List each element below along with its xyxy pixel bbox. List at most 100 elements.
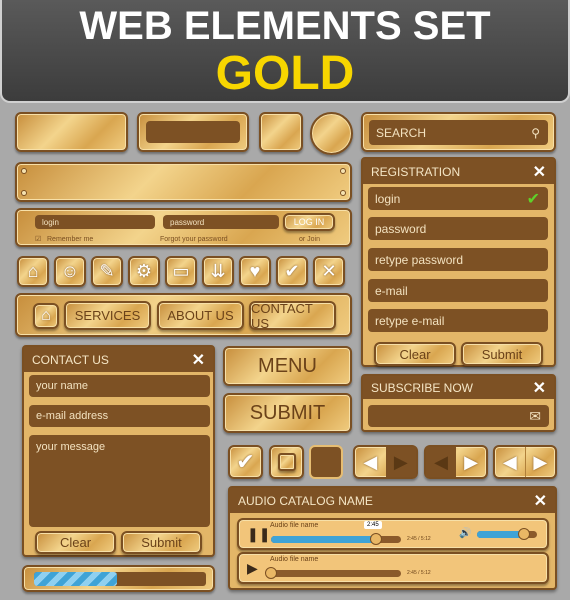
seek-knob[interactable] [370, 533, 383, 545]
your-name-input[interactable]: your name [29, 375, 210, 397]
long-plate [15, 162, 352, 202]
contact-header: CONTACT US ✕ [24, 347, 213, 372]
contact-submit-button[interactable]: Submit [121, 531, 202, 554]
arrow-left-button[interactable]: ◀ [355, 447, 386, 477]
search-placeholder: SEARCH [376, 125, 427, 140]
close-icon[interactable]: ✕ [192, 350, 205, 370]
volume-slider[interactable] [477, 528, 537, 540]
check-icon: ✔ [526, 190, 540, 208]
join-link[interactable]: or Join [299, 236, 320, 243]
progress-track [34, 572, 206, 586]
track-name: Audio file name [270, 556, 319, 563]
nav-services[interactable]: SERVICES [64, 301, 151, 330]
seek-knob[interactable] [265, 567, 277, 579]
volume-knob[interactable] [517, 528, 530, 540]
gear-icon: ⚙ [135, 261, 153, 281]
menu-button[interactable]: MENU [223, 346, 352, 386]
forgot-link[interactable]: Forgot your password [160, 236, 228, 243]
page-subtitle: GOLD [215, 47, 355, 100]
arrow-pair-right-active: ◀ ▶ [424, 445, 488, 479]
user-button[interactable]: ☺ [54, 256, 86, 287]
subscribe-email-input[interactable]: ✉ [368, 405, 549, 427]
remember-checkbox[interactable]: ☑ [35, 235, 41, 243]
close-icon[interactable]: ✕ [534, 491, 547, 511]
arrow-right-button[interactable]: ▶ [385, 447, 416, 477]
search-icon[interactable]: ⚲ [531, 126, 540, 140]
submit-button[interactable]: SUBMIT [223, 393, 352, 433]
reg-retype-password-input[interactable]: retype password [368, 248, 548, 271]
home-button[interactable]: ⌂ [17, 256, 49, 287]
plate-with-inset [137, 112, 249, 152]
pause-icon[interactable]: ❚❚ [247, 526, 270, 543]
close-icon[interactable]: ✕ [533, 378, 546, 398]
volume-fill [477, 531, 524, 538]
gear-button[interactable]: ⚙ [128, 256, 160, 287]
heart-icon: ♥ [249, 261, 261, 281]
nav-contact-us[interactable]: CONTACT US [249, 301, 336, 331]
registration-panel: REGISTRATION ✕ login ✔ password retype pas… [361, 157, 556, 367]
heart-button[interactable]: ♥ [239, 256, 271, 287]
arrow-right-button[interactable]: ▶ [524, 447, 556, 477]
audio-track: ❚❚ Audio file name 2:45 / 5:12 2:45 🔊 [237, 518, 549, 550]
remember-label: Remember me [47, 236, 94, 243]
login-bar: login password LOG IN ☑ Remember me Forg… [15, 208, 352, 247]
reg-login-input[interactable]: login ✔ [368, 187, 548, 210]
checkbox-unchecked[interactable] [309, 445, 343, 479]
home-icon: ⌂ [27, 261, 39, 281]
chat-button[interactable]: ▭ [165, 256, 197, 287]
message-textarea[interactable]: your message [29, 435, 210, 527]
registration-title: REGISTRATION [371, 164, 461, 179]
progress-bar [22, 565, 215, 592]
close-button[interactable]: ✕ [313, 256, 345, 287]
volume-icon[interactable]: 🔊 [459, 528, 471, 539]
track-time: 2:45 / 5:12 [407, 570, 431, 576]
nav-home-button[interactable]: ⌂ [33, 303, 59, 329]
square-button[interactable] [259, 112, 303, 152]
seek-fill [271, 536, 377, 543]
check-button[interactable]: ✔ [276, 256, 308, 287]
check-icon: ✔ [236, 449, 255, 474]
contact-title: CONTACT US [32, 352, 109, 367]
round-button[interactable] [310, 112, 353, 155]
page-title: WEB ELEMENTS SET [79, 4, 491, 48]
chat-icon: ▭ [172, 261, 190, 281]
double-chevron-down-button[interactable]: ⇊ [202, 256, 234, 287]
arrow-pair: ◀ ▶ [493, 445, 557, 479]
nav-bar: ⌂ SERVICES ABOUT US CONTACT US [15, 293, 352, 337]
reg-login-text: login [375, 191, 401, 206]
check-icon: ✔ [284, 261, 300, 281]
reg-email-input[interactable]: e-mail [368, 279, 548, 302]
subscribe-panel: SUBSCRIBE NOW ✕ ✉ [361, 374, 556, 432]
plain-plate [15, 112, 128, 152]
subscribe-title: SUBSCRIBE NOW [371, 380, 474, 395]
close-icon: ✕ [321, 261, 337, 281]
arrow-right-button[interactable]: ▶ [456, 447, 486, 477]
reg-clear-button[interactable]: Clear [374, 342, 456, 366]
arrow-pair-left-active: ◀ ▶ [353, 445, 418, 479]
password-input[interactable]: password [163, 215, 279, 229]
seek-slider[interactable] [265, 567, 401, 579]
seek-slider[interactable] [271, 533, 401, 545]
track-time: 2:45 / 5:12 [407, 536, 431, 542]
reg-submit-button[interactable]: Submit [461, 342, 543, 366]
reg-retype-email-input[interactable]: retype e-mail [368, 309, 548, 332]
nav-about-us[interactable]: ABOUT US [157, 301, 244, 330]
search-input[interactable]: SEARCH ⚲ [369, 120, 548, 145]
contact-clear-button[interactable]: Clear [35, 531, 116, 554]
track-name: Audio file name [270, 522, 319, 529]
login-button[interactable]: LOG IN [283, 213, 335, 231]
close-icon[interactable]: ✕ [533, 162, 546, 182]
checkbox-checked[interactable]: ✔ [228, 445, 263, 479]
arrow-left-button[interactable]: ◀ [495, 447, 525, 477]
progress-fill [34, 572, 117, 586]
user-icon: ☺ [60, 261, 80, 281]
envelope-icon[interactable]: ✉ [529, 408, 541, 425]
play-icon[interactable]: ▶ [247, 560, 258, 577]
arrow-left-button[interactable]: ◀ [426, 447, 456, 477]
reg-password-input[interactable]: password [368, 217, 548, 240]
home-icon: ⌂ [41, 307, 51, 324]
email-address-input[interactable]: e-mail address [29, 405, 210, 427]
pencil-button[interactable]: ✎ [91, 256, 123, 287]
login-input[interactable]: login [35, 215, 155, 229]
checkbox-indeterminate[interactable] [269, 445, 304, 479]
